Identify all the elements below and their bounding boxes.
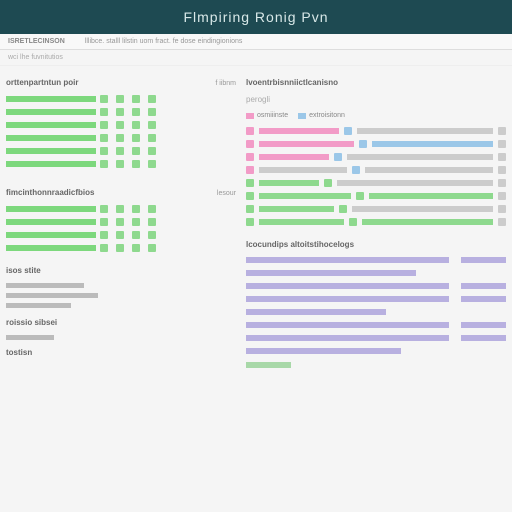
left-table-1 (6, 95, 236, 168)
left-list-title: isos stite (6, 266, 236, 275)
left-list-sub3: tostisn (6, 348, 236, 357)
purple-row[interactable] (246, 348, 506, 354)
bar-row[interactable] (246, 153, 506, 161)
bar-row[interactable] (246, 127, 506, 135)
right-section2-title: lcocundips altoitstihocelogs (246, 240, 506, 249)
purple-row[interactable] (246, 322, 506, 328)
bar-row[interactable] (246, 192, 506, 200)
bar-row[interactable] (246, 205, 506, 213)
bar-row[interactable] (246, 140, 506, 148)
left-section2-title: fimcinthonnraadicfbios (6, 188, 94, 197)
table-row[interactable] (6, 147, 236, 155)
table-row[interactable] (6, 205, 236, 213)
list-item[interactable] (6, 293, 98, 298)
bar-row[interactable] (246, 179, 506, 187)
footer-accent (246, 362, 291, 368)
subheader-right: lllibce. stalll lilstin uom fract. fe do… (85, 38, 243, 45)
bar-row[interactable] (246, 166, 506, 174)
subheader-left: ISRETLECINSON (8, 38, 65, 45)
purple-row[interactable] (246, 257, 506, 263)
subheader: ISRETLECINSON lllibce. stalll lilstin uo… (0, 34, 512, 50)
legend-item-1: osmiiinste (246, 112, 288, 119)
right-section1-sub: perogli (246, 95, 506, 104)
table-row[interactable] (6, 218, 236, 226)
list-item[interactable] (6, 335, 54, 340)
list-item[interactable] (6, 303, 71, 308)
table-row[interactable] (6, 134, 236, 142)
table-row[interactable] (6, 231, 236, 239)
purple-row[interactable] (246, 296, 506, 302)
left-section1-title: orttenpartntun poir (6, 78, 78, 87)
left-table-2 (6, 205, 236, 252)
right-bar-list (246, 127, 506, 226)
table-row[interactable] (6, 121, 236, 129)
table-row[interactable] (6, 108, 236, 116)
left-section1-col: f iibnm (215, 80, 236, 87)
title-bar: Flmpiring Ronig Pvn (0, 0, 512, 34)
swatch-icon (298, 113, 306, 119)
left-list-sub2: roissio sibsei (6, 318, 236, 327)
table-row[interactable] (6, 95, 236, 103)
bar-row[interactable] (246, 218, 506, 226)
purple-row[interactable] (246, 309, 506, 315)
breadcrumb: wci lhe fuvnitutios (0, 50, 512, 66)
table-row[interactable] (6, 244, 236, 252)
list-item[interactable] (6, 283, 84, 288)
legend-item-2: extroisitonn (298, 112, 345, 119)
purple-row[interactable] (246, 335, 506, 341)
table-row[interactable] (6, 160, 236, 168)
purple-list (246, 257, 506, 354)
right-section1-title: lvoentrbisnniictlcanisno (246, 78, 506, 87)
purple-row[interactable] (246, 283, 506, 289)
left-section2-col: lesour (217, 190, 236, 197)
purple-row[interactable] (246, 270, 506, 276)
swatch-icon (246, 113, 254, 119)
